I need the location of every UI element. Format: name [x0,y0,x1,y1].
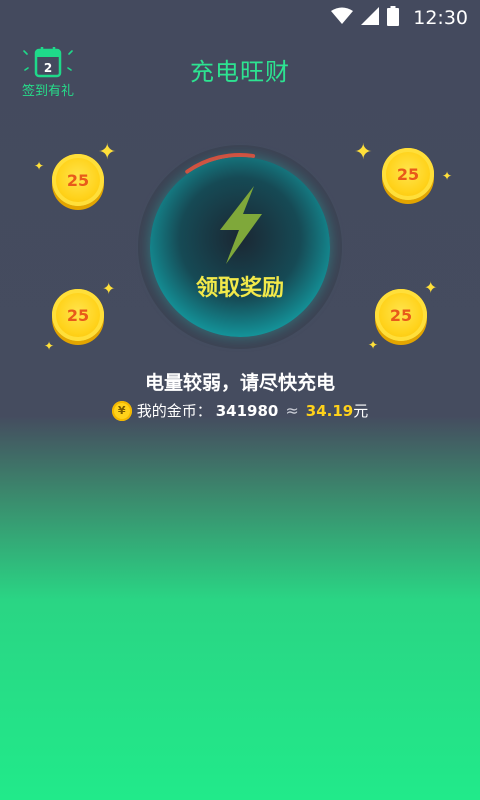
coin-value: 25 [396,164,420,184]
coin-value: 25 [66,170,90,190]
coin-value: 25 [66,305,90,325]
sparkle-icon: ✦ [102,279,116,298]
balance-coins: 341980 [215,401,279,420]
sparkle-icon: ✦ [44,339,55,353]
status-time: 12:30 [413,7,468,29]
balance-unit: 元 [353,402,369,420]
battery-icon [387,6,400,30]
reward-coin[interactable]: 25 [52,289,104,341]
sparkle-icon: ✦ [34,159,45,173]
sparkle-icon: ✦ [354,140,373,165]
balance-money: 34.19 [305,401,354,420]
sparkle-icon: ✦ [442,169,453,183]
lightning-bolt-icon [212,184,268,270]
sparkle-icon: ✦ [368,338,379,352]
approx-sign: ≈ [285,401,299,420]
sparkle-icon: ✦ [98,140,117,165]
coin-balance: ¥ 我的金币： 341980 ≈ 34.19 元 [0,400,480,421]
signal-icon [361,7,380,29]
reward-coin[interactable]: 25 [382,148,434,200]
yen-coin-icon: ¥ [111,400,132,421]
coin-value: 25 [389,305,413,325]
page-title: 充电旺财 [190,58,290,86]
claim-reward-label[interactable]: 领取奖励 [150,270,330,302]
reward-coin[interactable]: 25 [375,289,427,341]
wifi-icon [331,7,354,29]
balance-label: 我的金币： [136,402,212,420]
reward-coin[interactable]: 25 [52,154,104,206]
battery-warning: 电量较弱，请尽快充电 [144,372,335,394]
yen-symbol: ¥ [117,404,126,417]
sparkle-icon: ✦ [424,278,438,297]
status-bar: 12:30 [0,0,480,36]
